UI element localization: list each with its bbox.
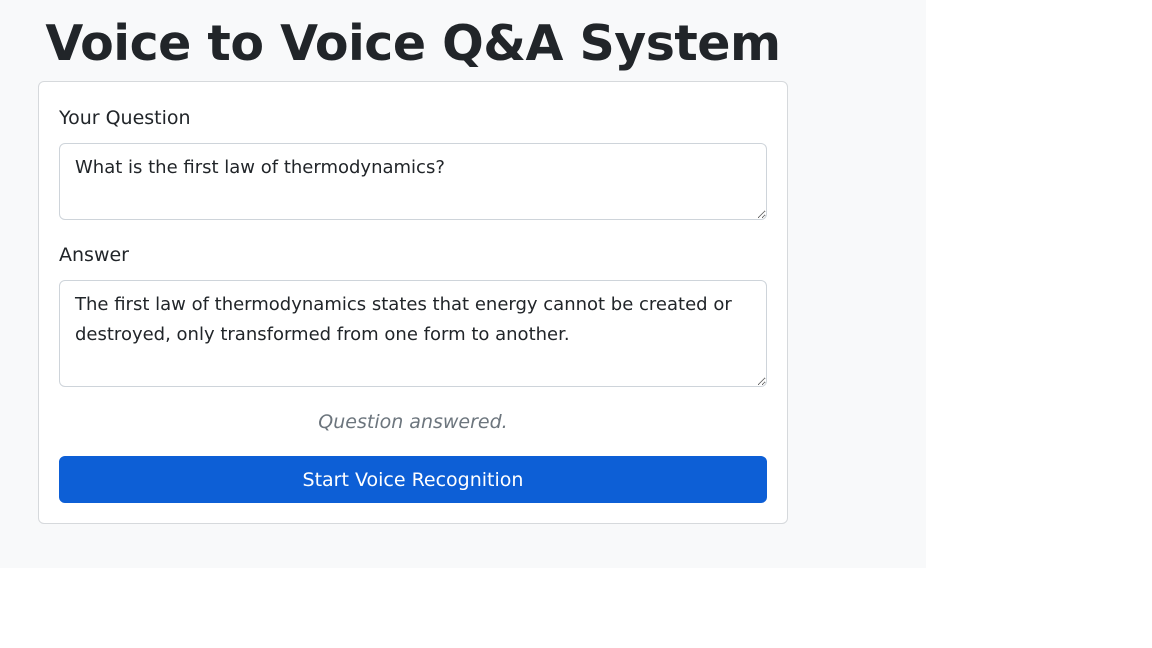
answer-textarea[interactable]: The first law of thermodynamics states t… xyxy=(59,280,767,387)
answer-label: Answer xyxy=(59,244,129,266)
question-label: Your Question xyxy=(59,107,191,129)
status-message: Question answered. xyxy=(318,411,508,433)
question-textarea[interactable]: What is the first law of thermodynamics? xyxy=(59,143,767,220)
start-voice-recognition-button[interactable]: Start Voice Recognition xyxy=(59,456,767,503)
qa-card: Your Question What is the first law of t… xyxy=(38,81,788,524)
page-title: Voice to Voice Q&A System xyxy=(45,15,781,72)
